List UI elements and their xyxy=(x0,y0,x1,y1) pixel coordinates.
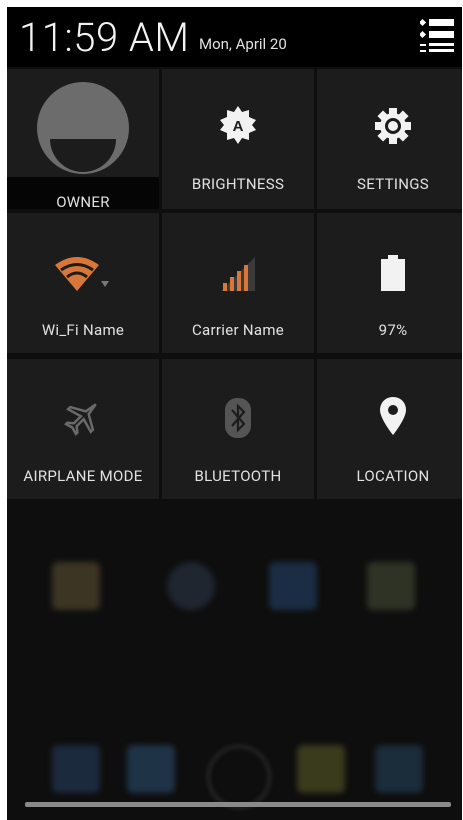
avatar-icon xyxy=(37,82,129,174)
bluetooth-icon xyxy=(225,398,251,438)
tile-battery-label: 97% xyxy=(378,321,408,339)
status-header: 11:59 AM Mon, April 20 xyxy=(7,7,462,67)
tile-owner[interactable]: OWNER xyxy=(7,69,159,211)
bg-app-icon xyxy=(52,562,100,610)
location-pin-icon xyxy=(380,397,406,435)
clock-time: 11:59 AM xyxy=(19,14,190,61)
tile-airplane[interactable]: AIRPLANE MODE xyxy=(7,359,159,499)
tile-location[interactable]: LOCATION xyxy=(317,359,462,499)
tile-location-label: LOCATION xyxy=(356,467,430,485)
tile-airplane-label: AIRPLANE MODE xyxy=(23,467,143,485)
tile-bluetooth-label: BLUETOOTH xyxy=(194,467,282,485)
svg-text:A: A xyxy=(233,118,244,135)
tile-brightness[interactable]: A BRIGHTNESS xyxy=(162,69,314,209)
panel-drag-handle[interactable] xyxy=(25,802,451,807)
tile-bluetooth[interactable]: BLUETOOTH xyxy=(162,359,314,499)
signal-icon xyxy=(221,257,255,291)
bg-app-icon xyxy=(297,745,345,793)
bg-app-icon xyxy=(367,562,415,610)
bg-app-icon xyxy=(167,562,215,610)
bg-app-icon xyxy=(127,745,175,793)
settings-list-icon xyxy=(418,18,454,52)
bg-app-icon xyxy=(375,745,423,793)
tile-settings-label: SETTINGS xyxy=(357,175,429,193)
tile-wifi[interactable]: Wi_Fi Name xyxy=(7,213,159,353)
tile-carrier[interactable]: Carrier Name xyxy=(162,213,314,353)
settings-list-button[interactable] xyxy=(418,17,454,57)
date-text: Mon, April 20 xyxy=(199,35,287,53)
battery-icon xyxy=(381,255,405,291)
bg-app-drawer xyxy=(207,745,271,809)
tile-carrier-label: Carrier Name xyxy=(191,321,285,339)
brightness-auto-icon: A xyxy=(220,106,256,144)
bg-app-icon xyxy=(269,562,317,610)
tile-battery[interactable]: 97% xyxy=(317,213,462,353)
tile-wifi-label: Wi_Fi Name xyxy=(41,321,125,339)
tile-settings[interactable]: SETTINGS xyxy=(317,69,462,209)
bg-app-icon xyxy=(52,745,100,793)
phone-screen: 11:59 AM Mon, April 20 OWNER A BRIGHTNES… xyxy=(7,7,462,820)
tile-brightness-label: BRIGHTNESS xyxy=(191,175,285,193)
airplane-icon xyxy=(63,403,97,437)
tile-owner-label: OWNER xyxy=(56,193,110,211)
gear-icon xyxy=(375,108,411,144)
wifi-icon xyxy=(55,257,109,291)
